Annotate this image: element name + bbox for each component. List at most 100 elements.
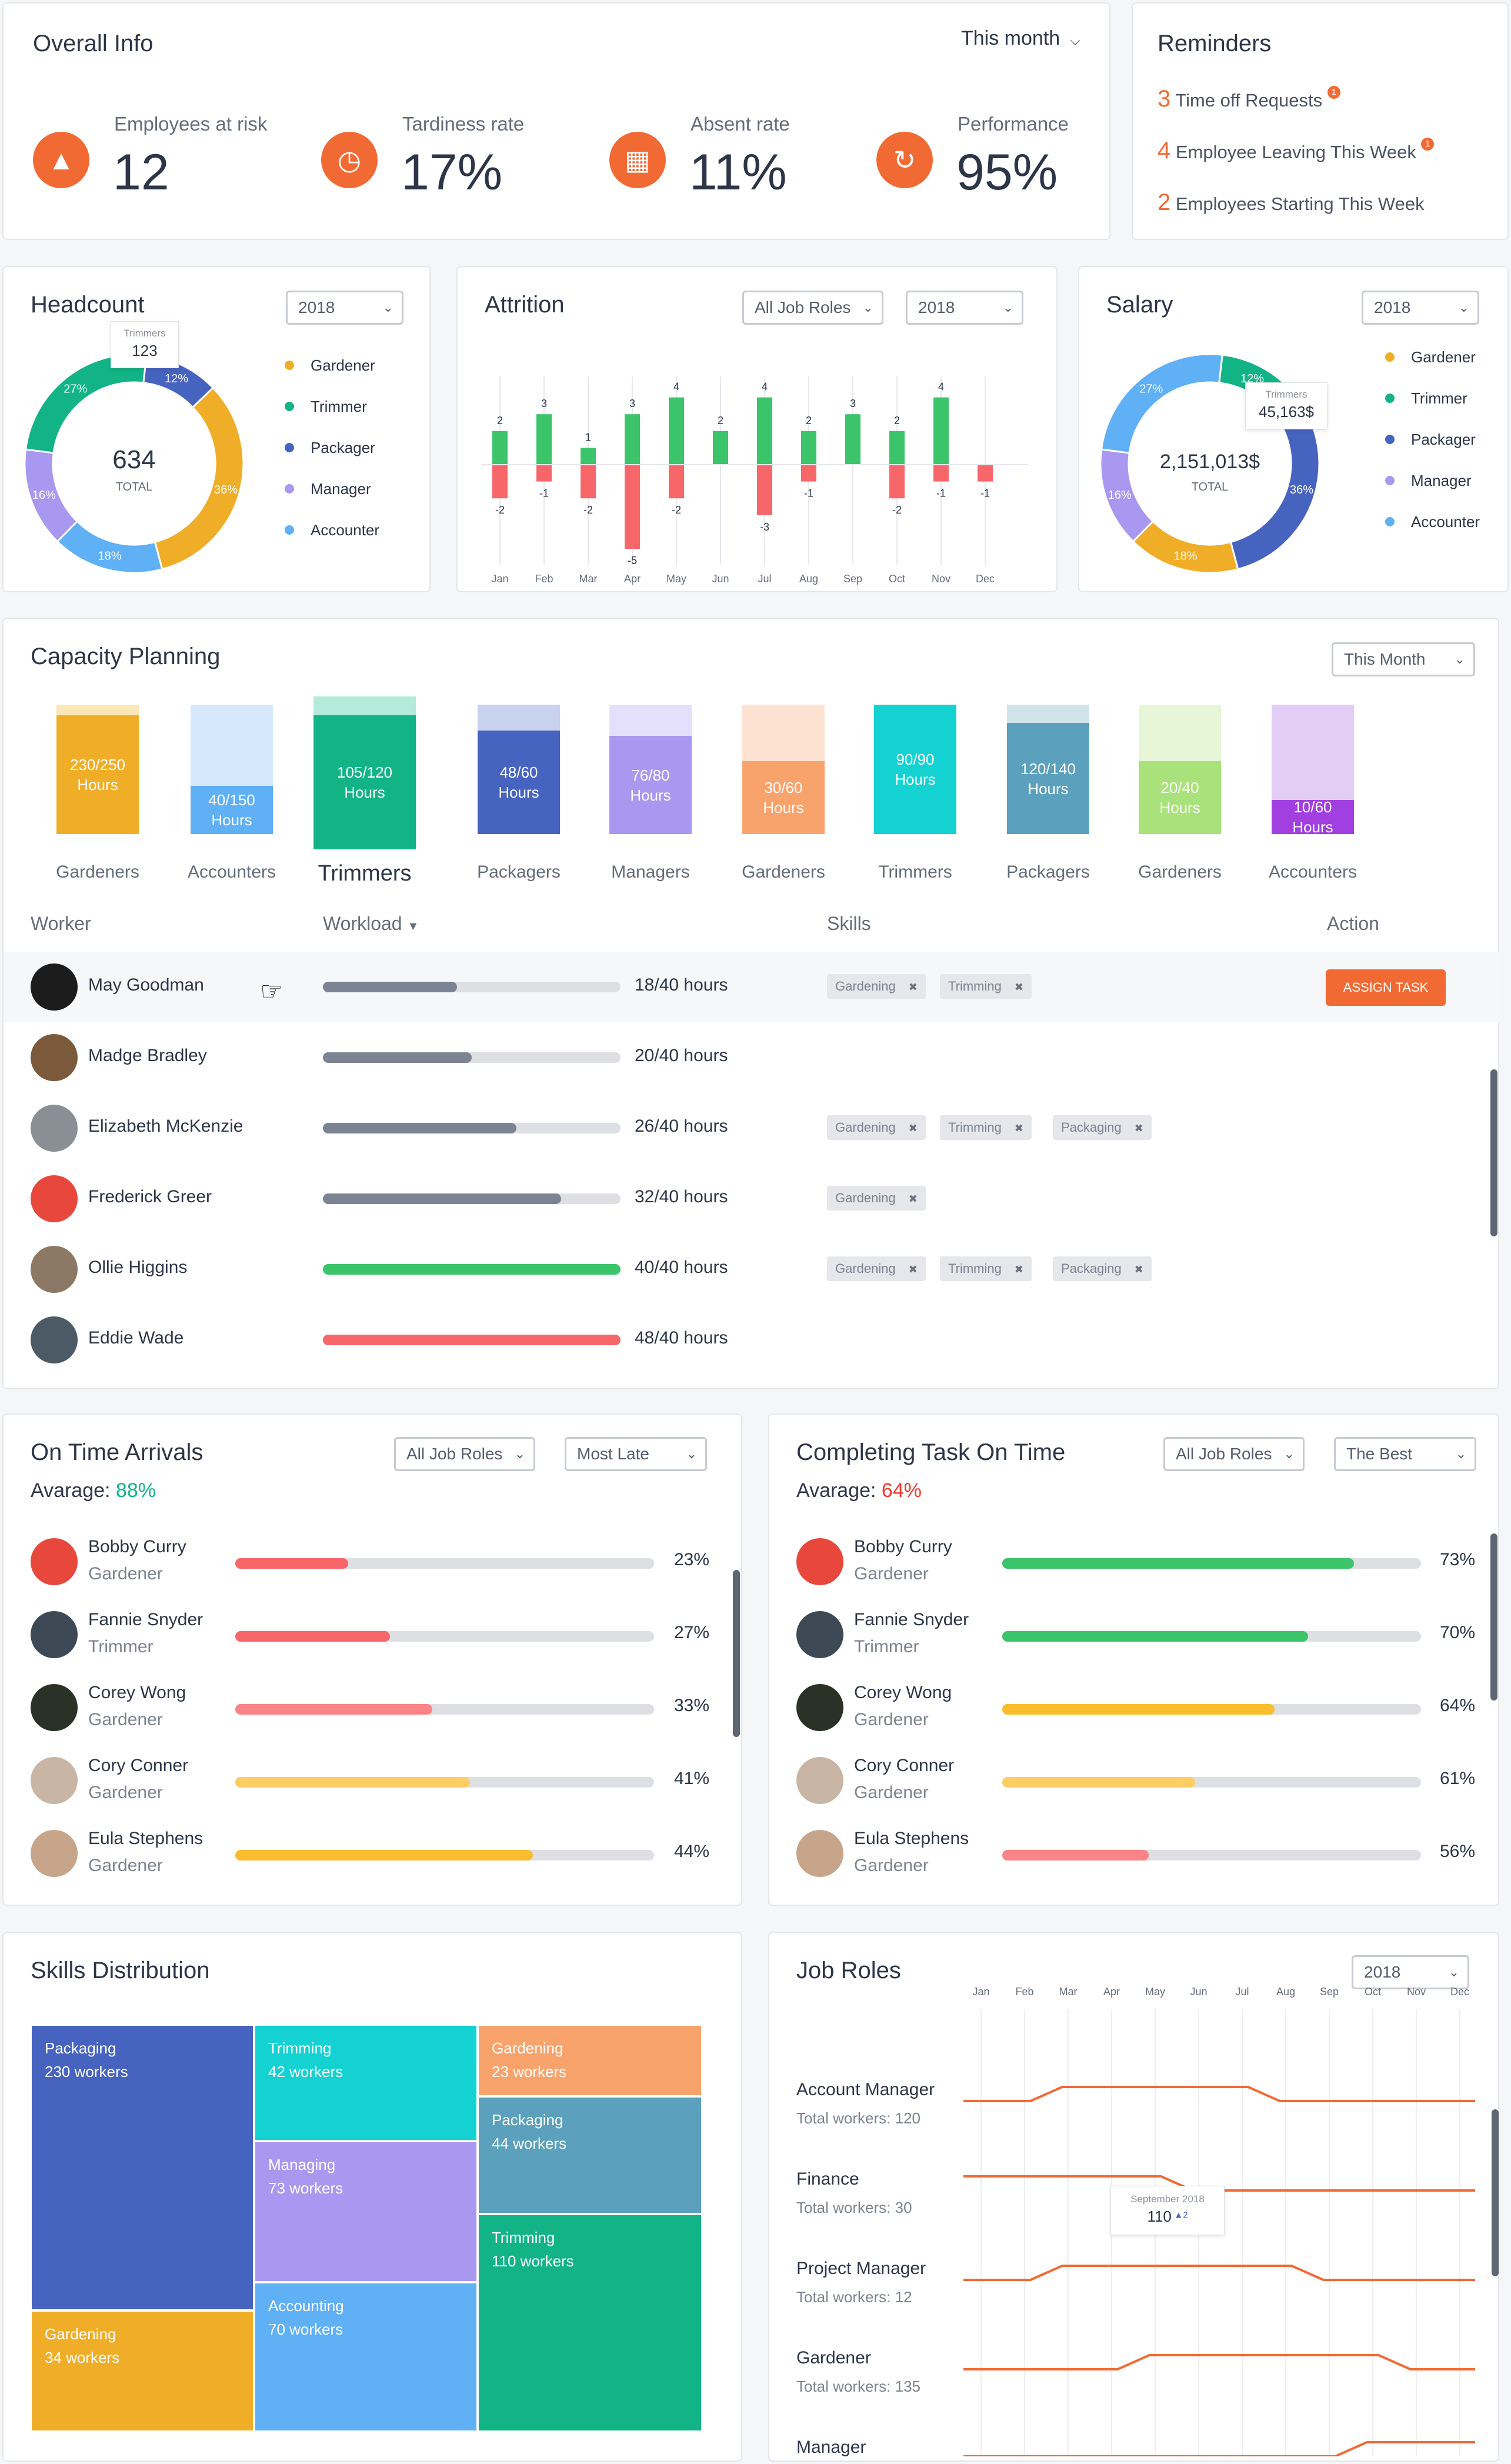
reminder-item[interactable]: 2 Employees Starting This Week (1158, 189, 1425, 216)
assign-task-button[interactable]: ASSIGN TASK (1326, 969, 1446, 1006)
capacity-bar[interactable]: 105/120 Hours (313, 696, 416, 849)
worker-row[interactable]: Eddie Wade 48/40 hours (4, 1305, 1500, 1375)
scrollbar[interactable] (1490, 1069, 1497, 1236)
reminder-item[interactable]: 4 Employee Leaving This Week 1 (1158, 138, 1435, 164)
year-dropdown[interactable]: 2018 ⌄ (286, 291, 403, 325)
bar-negative[interactable] (669, 465, 684, 499)
capacity-fill: 20/40 Hours (1139, 761, 1221, 834)
reminder-item[interactable]: 3 Time off Requests 1 (1158, 86, 1340, 112)
chevron-down-icon: ⌄ (514, 1446, 525, 1461)
avatar (31, 1757, 78, 1804)
role-trend-line[interactable] (963, 2086, 1475, 2102)
job-roles-dropdown[interactable]: All Job Roles ⌄ (394, 1437, 535, 1471)
treemap-tile[interactable]: Gardening 23 workers (478, 2025, 702, 2096)
chart-tooltip: September 2018 110 ▲2 (1110, 2186, 1225, 2235)
capacity-fill: 230/250 Hours (56, 715, 139, 834)
scrollbar[interactable] (733, 1570, 740, 1737)
worker-row[interactable]: Madge Bradley 20/40 hours (4, 1022, 1500, 1093)
capacity-bar[interactable]: 10/60 Hours (1272, 705, 1354, 836)
avatar (31, 1316, 78, 1363)
worker-name: Eddie Wade (88, 1328, 184, 1348)
bar-positive[interactable] (801, 431, 816, 465)
capacity-bar[interactable]: 90/90 Hours (874, 705, 956, 834)
treemap-tile[interactable]: Accounting 70 workers (254, 2282, 478, 2432)
donut-slice[interactable] (154, 386, 245, 571)
legend-item: Accounter (1385, 501, 1480, 542)
worker-row[interactable]: May Goodman 18/40 hours Gardening ✖ Trimming… (4, 952, 1500, 1022)
donut-slice[interactable] (56, 520, 164, 574)
donut-slice[interactable] (1100, 353, 1223, 454)
capacity-bar[interactable]: 120/140 Hours (1007, 705, 1089, 834)
col-header-workload[interactable]: Workload ▼ (323, 913, 419, 935)
capacity-bar[interactable]: 48/60 Hours (478, 705, 560, 834)
bar-positive[interactable] (845, 414, 860, 465)
capacity-bar[interactable]: 230/250 Hours (56, 705, 139, 834)
bar-positive[interactable] (933, 397, 949, 465)
treemap-tile[interactable]: Trimming 110 workers (478, 2214, 702, 2432)
capacity-fill: 48/60 Hours (478, 731, 560, 834)
donut-slice[interactable] (1132, 520, 1239, 574)
sort-dropdown[interactable]: The Best ⌄ (1334, 1437, 1476, 1471)
close-icon[interactable]: ✖ (909, 1193, 918, 1205)
bar-positive[interactable] (669, 397, 684, 465)
capacity-bar[interactable]: 20/40 Hours (1139, 705, 1221, 834)
bar-positive[interactable] (757, 397, 772, 465)
bar-positive[interactable] (581, 448, 596, 465)
close-icon[interactable]: ✖ (1015, 1263, 1023, 1275)
close-icon[interactable]: ✖ (1015, 981, 1023, 993)
close-icon[interactable]: ✖ (1135, 1122, 1143, 1134)
worker-row[interactable]: Frederick Greer 32/40 hours Gardening ✖ (4, 1163, 1500, 1234)
job-roles-dropdown[interactable]: All Job Roles ⌄ (742, 291, 883, 325)
treemap-tile[interactable]: Packaging 230 workers (31, 2025, 254, 2310)
treemap-tile[interactable]: Gardening 34 workers (31, 2310, 254, 2432)
worker-row[interactable]: Elizabeth McKenzie 26/40 hours Gardening ✖ T… (4, 1093, 1500, 1163)
capacity-bar[interactable]: 30/60 Hours (742, 705, 825, 834)
worker-row[interactable]: Ollie Higgins 40/40 hours Gardening ✖ Trimmi… (4, 1234, 1500, 1305)
treemap-tile[interactable]: Packaging 44 workers (478, 2096, 702, 2214)
scrollbar[interactable] (1490, 1533, 1497, 1701)
role-trend-line[interactable] (963, 2265, 1475, 2281)
role-trend-line[interactable] (963, 2441, 1475, 2456)
bar-positive[interactable] (625, 414, 640, 465)
close-icon[interactable]: ✖ (909, 1122, 918, 1134)
bar-negative[interactable] (536, 465, 552, 482)
bar-value-label: 2 (894, 415, 900, 426)
close-icon[interactable]: ✖ (909, 1263, 918, 1275)
donut-slice[interactable] (24, 353, 148, 454)
bar-negative[interactable] (581, 465, 596, 499)
bar-positive[interactable] (492, 431, 508, 465)
sort-dropdown[interactable]: Most Late ⌄ (565, 1437, 707, 1471)
x-tick-label: Mar (1059, 1986, 1078, 1998)
year-dropdown[interactable]: 2018 ⌄ (906, 291, 1023, 325)
close-icon[interactable]: ✖ (1135, 1263, 1143, 1275)
capacity-bar[interactable]: 76/80 Hours (609, 705, 692, 834)
treemap-tile[interactable]: Managing 73 workers (254, 2141, 478, 2282)
bar-positive[interactable] (536, 414, 552, 465)
bar-negative[interactable] (757, 465, 772, 515)
period-dropdown[interactable]: This month ⌵ (961, 27, 1080, 50)
bar-positive[interactable] (889, 431, 905, 465)
scrollbar[interactable] (1492, 2109, 1499, 2276)
bar-negative[interactable] (889, 465, 905, 499)
treemap-tile[interactable]: Trimming 42 workers (254, 2025, 478, 2141)
close-icon[interactable]: ✖ (909, 981, 918, 993)
year-dropdown[interactable]: 2018 ⌄ (1362, 291, 1479, 325)
capacity-bar[interactable]: 40/150 Hours (191, 705, 273, 834)
bar-negative[interactable] (933, 465, 949, 482)
reminders-title: Reminders (1158, 31, 1272, 56)
bar-negative[interactable] (801, 465, 816, 482)
bar-negative[interactable] (492, 465, 508, 499)
skill-chip-label: Trimming (948, 1261, 1002, 1276)
capacity-column-label: Gardeners (56, 862, 139, 882)
reminders-card: Reminders 3 Time off Requests 1 4 Employ… (1132, 2, 1509, 240)
bar-positive[interactable] (713, 431, 728, 465)
workload-fill (323, 1264, 621, 1275)
attrition-chart: 2 -2 Jan 3 -1 Feb 1 -2 Mar 3 -5 Apr 4 -2 May 2 Jun 4 -3 Jul… (481, 376, 1028, 585)
period-dropdown[interactable]: This Month ⌄ (1332, 642, 1475, 676)
role-name: Project Manager (796, 2259, 926, 2278)
role-trend-line[interactable] (963, 2354, 1475, 2370)
close-icon[interactable]: ✖ (1015, 1122, 1023, 1134)
bar-negative[interactable] (978, 465, 993, 482)
bar-negative[interactable] (625, 465, 640, 549)
job-roles-dropdown[interactable]: All Job Roles ⌄ (1163, 1437, 1305, 1471)
